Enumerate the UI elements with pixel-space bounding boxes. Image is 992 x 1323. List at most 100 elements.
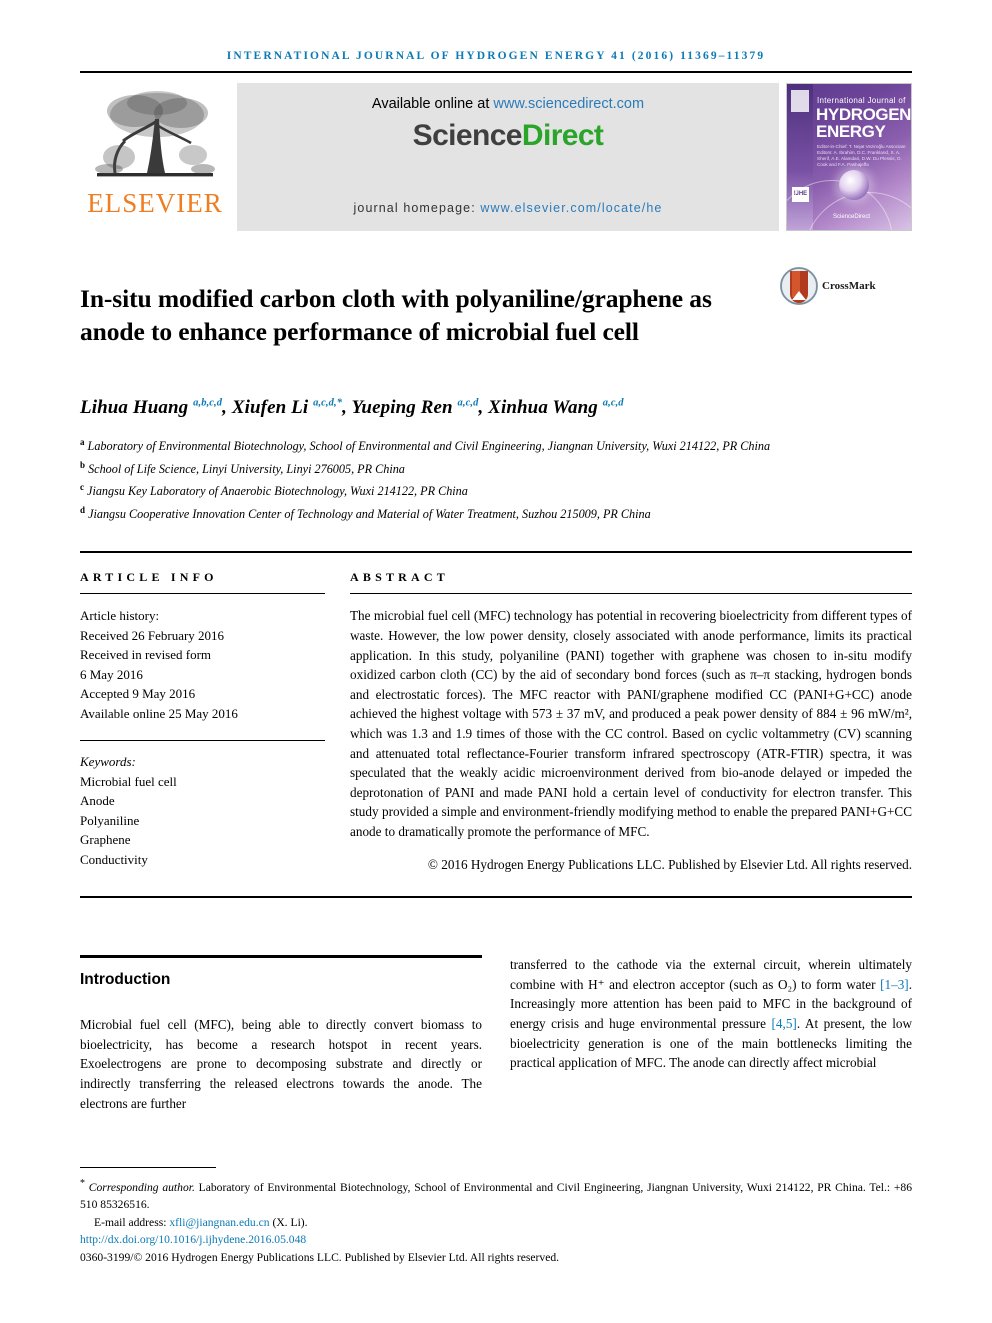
cover-elsevier-mark xyxy=(791,90,809,112)
journal-homepage-label: journal homepage: xyxy=(353,201,476,215)
author-affiliation-marks: a,b,c,d xyxy=(193,397,223,409)
title-block: In-situ modified carbon cloth with polya… xyxy=(80,265,912,365)
issn-copyright-line: 0360-3199/© 2016 Hydrogen Energy Publica… xyxy=(80,1250,560,1264)
article-info-column: Article info Article history: Received 2… xyxy=(80,570,325,874)
abstract-underline xyxy=(350,593,912,595)
body-column-gap xyxy=(482,955,510,1113)
affiliation-mark: c xyxy=(80,482,84,493)
author-item: Xiufen Li a,c,d,*, xyxy=(232,397,352,418)
info-abstract-bottom-rule xyxy=(80,896,912,899)
author-affiliation-marks: a,c,d xyxy=(602,397,624,409)
affiliation-text: Laboratory of Environmental Biotechnolog… xyxy=(87,439,771,454)
keyword-item: Graphene xyxy=(80,832,131,848)
article-history-item: Received 26 February 2016 xyxy=(80,627,225,643)
cover-big-title: HYDROGEN ENERGY xyxy=(816,105,912,141)
article-info-heading: Article info xyxy=(80,570,218,585)
abstract-copyright: © 2016 Hydrogen Energy Publications LLC.… xyxy=(427,856,912,872)
info-abstract-top-rule xyxy=(80,551,912,554)
cover-orb-graphic xyxy=(839,170,869,200)
info-abstract-columns: Article info Article history: Received 2… xyxy=(80,570,912,874)
corresponding-author-text: Laboratory of Environmental Biotechnolog… xyxy=(80,1180,913,1212)
keyword-item: Anode xyxy=(80,793,115,809)
article-history-item: Accepted 9 May 2016 xyxy=(80,686,196,702)
article-info-underline xyxy=(80,593,325,595)
author-name: Xiufen Li xyxy=(231,397,309,419)
article-history-item: Received in revised form xyxy=(80,647,212,663)
body-column-right: transferred to the cathode via the exter… xyxy=(510,955,912,1113)
page-title: In-situ modified carbon cloth with polya… xyxy=(80,284,712,347)
author-name: Xinhua Wang xyxy=(488,397,598,419)
cover-small-title: International Journal of xyxy=(817,96,906,105)
affiliation-item: c Jiangsu Key Laboratory of Anaerobic Bi… xyxy=(80,478,912,501)
affiliation-text: Jiangsu Key Laboratory of Anaerobic Biot… xyxy=(87,484,468,499)
author-name: Lihua Huang xyxy=(80,397,189,419)
introduction-paragraph-left: Microbial fuel cell (MFC), being able to… xyxy=(80,1017,482,1111)
affiliation-item: b School of Life Science, Linyi Universi… xyxy=(80,456,912,479)
keywords-title: Keywords: xyxy=(80,754,136,770)
masthead: ELSEVIER Available online at www.science… xyxy=(80,83,912,231)
article-history-title: Article history: xyxy=(80,608,160,624)
available-online-label: Available online at xyxy=(371,96,490,112)
affiliation-mark: b xyxy=(80,459,86,470)
crossmark-label: CrossMark xyxy=(822,280,876,292)
masthead-top-rule xyxy=(80,71,912,73)
keyword-item: Conductivity xyxy=(80,851,148,867)
column-gap xyxy=(325,570,350,874)
author-name: Yueping Ren xyxy=(351,397,453,419)
article-history-item: Available online 25 May 2016 xyxy=(80,705,238,721)
abstract-text: The microbial fuel cell (MFC) technology… xyxy=(350,608,912,839)
body-columns: Introduction Microbial fuel cell (MFC), … xyxy=(80,955,912,1113)
available-online-line: Available online at www.sciencedirect.co… xyxy=(372,96,644,112)
crossmark-badge[interactable]: CrossMark xyxy=(780,265,876,365)
affiliation-item: a Laboratory of Environmental Biotechnol… xyxy=(80,433,912,456)
corresponding-author-note: * Corresponding author. Laboratory of En… xyxy=(80,1175,912,1214)
corresponding-author-label: Corresponding author. xyxy=(88,1180,195,1194)
intro-right-text-1: transferred to the cathode via the exter… xyxy=(510,957,912,992)
cover-editors: Editor-in-Chief: T. Nejat Veziroğlu Asso… xyxy=(817,144,906,167)
email-address-link[interactable]: xfli@jiangnan.edu.cn xyxy=(169,1216,269,1229)
affiliation-mark: d xyxy=(80,504,86,515)
cover-big-title-line1: HYDROGEN xyxy=(816,105,912,124)
keywords-divider xyxy=(80,740,325,742)
keywords-block: Keywords: Microbial fuel cell Anode Poly… xyxy=(80,752,325,869)
author-affiliation-marks: a,c,d xyxy=(457,397,479,409)
elsevier-wordmark: ELSEVIER xyxy=(87,188,223,218)
doi-link[interactable]: http://dx.doi.org/10.1016/j.ijhydene.201… xyxy=(80,1231,912,1248)
abstract-column: Abstract The microbial fuel cell (MFC) t… xyxy=(350,570,912,874)
keyword-item: Microbial fuel cell xyxy=(80,773,177,789)
body-column-left: Introduction Microbial fuel cell (MFC), … xyxy=(80,955,482,1113)
introduction-heading: Introduction xyxy=(80,971,171,989)
journal-cover-image: IJHE International Journal of HYDROGEN E… xyxy=(786,83,912,231)
affiliation-list: a Laboratory of Environmental Biotechnol… xyxy=(80,433,912,523)
cover-sciencedirect-mark: ScienceDirect xyxy=(833,214,871,220)
email-note: E-mail address: xfli@jiangnan.edu.cn (X.… xyxy=(80,1214,912,1231)
article-history-item: 6 May 2016 xyxy=(80,666,143,682)
abstract-heading: Abstract xyxy=(350,570,449,585)
author-list: Lihua Huang a,b,c,d, Xiufen Li a,c,d,*, … xyxy=(80,397,912,419)
keyword-item: Polyaniline xyxy=(80,812,140,828)
sciencedirect-logo-direct: Direct xyxy=(521,119,604,152)
elsevier-tree-icon xyxy=(95,91,215,177)
journal-homepage-url[interactable]: www.elsevier.com/locate/he xyxy=(480,201,662,215)
crossmark-icon xyxy=(780,267,818,305)
author-item: Yueping Ren a,c,d, xyxy=(351,397,488,418)
page-footer: * Corresponding author. Laboratory of En… xyxy=(80,1167,912,1266)
author-item: Lihua Huang a,b,c,d, xyxy=(80,397,232,418)
citation-link-2[interactable]: [4,5] xyxy=(772,1016,797,1031)
elsevier-logo: ELSEVIER xyxy=(80,83,230,231)
email-owner: (X. Li). xyxy=(272,1215,308,1229)
affiliation-mark: a xyxy=(80,437,85,448)
cover-big-title-line2: ENERGY xyxy=(816,122,886,141)
citation-link-1[interactable]: [1–3] xyxy=(880,977,909,992)
footer-divider xyxy=(80,1167,216,1169)
author-separator: , xyxy=(222,397,232,419)
asterisk-icon: * xyxy=(80,1178,85,1190)
affiliation-item: d Jiangsu Cooperative Innovation Center … xyxy=(80,501,912,524)
author-separator: , xyxy=(478,397,489,419)
sciencedirect-url[interactable]: www.sciencedirect.com xyxy=(493,96,644,112)
running-head: International Journal of Hydrogen Energy… xyxy=(226,50,766,62)
sciencedirect-logo[interactable]: ScienceDirect xyxy=(413,119,604,153)
author-item: Xinhua Wang a,c,d xyxy=(488,397,624,418)
introduction-rule xyxy=(80,955,482,959)
journal-article-page: International Journal of Hydrogen Energy… xyxy=(0,0,992,1323)
